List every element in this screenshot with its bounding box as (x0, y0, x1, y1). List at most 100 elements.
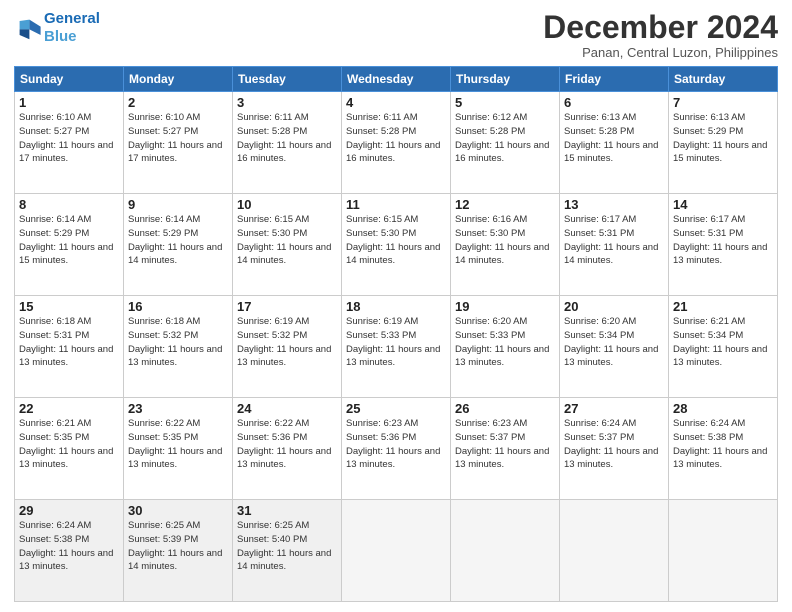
day-number: 30 (128, 503, 228, 518)
day-number: 21 (673, 299, 773, 314)
table-row: 9 Sunrise: 6:14 AM Sunset: 5:29 PM Dayli… (124, 194, 233, 296)
day-info: Sunrise: 6:12 AM Sunset: 5:28 PM Dayligh… (455, 111, 555, 166)
day-number: 26 (455, 401, 555, 416)
day-number: 16 (128, 299, 228, 314)
day-number: 24 (237, 401, 337, 416)
calendar-week-row: 29 Sunrise: 6:24 AM Sunset: 5:38 PM Dayl… (15, 500, 778, 602)
day-info: Sunrise: 6:18 AM Sunset: 5:31 PM Dayligh… (19, 315, 119, 370)
day-info: Sunrise: 6:23 AM Sunset: 5:37 PM Dayligh… (455, 417, 555, 472)
day-info: Sunrise: 6:13 AM Sunset: 5:29 PM Dayligh… (673, 111, 773, 166)
day-info: Sunrise: 6:14 AM Sunset: 5:29 PM Dayligh… (19, 213, 119, 268)
day-number: 4 (346, 95, 446, 110)
day-number: 12 (455, 197, 555, 212)
day-info: Sunrise: 6:17 AM Sunset: 5:31 PM Dayligh… (673, 213, 773, 268)
day-info: Sunrise: 6:23 AM Sunset: 5:36 PM Dayligh… (346, 417, 446, 472)
day-number: 25 (346, 401, 446, 416)
day-number: 18 (346, 299, 446, 314)
day-number: 6 (564, 95, 664, 110)
table-row: 18 Sunrise: 6:19 AM Sunset: 5:33 PM Dayl… (342, 296, 451, 398)
table-row: 6 Sunrise: 6:13 AM Sunset: 5:28 PM Dayli… (560, 92, 669, 194)
day-number: 14 (673, 197, 773, 212)
day-info: Sunrise: 6:13 AM Sunset: 5:28 PM Dayligh… (564, 111, 664, 166)
day-info: Sunrise: 6:24 AM Sunset: 5:38 PM Dayligh… (19, 519, 119, 574)
day-info: Sunrise: 6:24 AM Sunset: 5:37 PM Dayligh… (564, 417, 664, 472)
day-info: Sunrise: 6:14 AM Sunset: 5:29 PM Dayligh… (128, 213, 228, 268)
day-info: Sunrise: 6:18 AM Sunset: 5:32 PM Dayligh… (128, 315, 228, 370)
day-info: Sunrise: 6:22 AM Sunset: 5:35 PM Dayligh… (128, 417, 228, 472)
day-info: Sunrise: 6:19 AM Sunset: 5:33 PM Dayligh… (346, 315, 446, 370)
table-row: 16 Sunrise: 6:18 AM Sunset: 5:32 PM Dayl… (124, 296, 233, 398)
day-number: 19 (455, 299, 555, 314)
col-friday: Friday (560, 67, 669, 92)
table-row (669, 500, 778, 602)
table-row: 20 Sunrise: 6:20 AM Sunset: 5:34 PM Dayl… (560, 296, 669, 398)
day-info: Sunrise: 6:25 AM Sunset: 5:39 PM Dayligh… (128, 519, 228, 574)
table-row: 8 Sunrise: 6:14 AM Sunset: 5:29 PM Dayli… (15, 194, 124, 296)
table-row: 7 Sunrise: 6:13 AM Sunset: 5:29 PM Dayli… (669, 92, 778, 194)
day-info: Sunrise: 6:20 AM Sunset: 5:33 PM Dayligh… (455, 315, 555, 370)
table-row: 4 Sunrise: 6:11 AM Sunset: 5:28 PM Dayli… (342, 92, 451, 194)
col-saturday: Saturday (669, 67, 778, 92)
day-info: Sunrise: 6:24 AM Sunset: 5:38 PM Dayligh… (673, 417, 773, 472)
day-number: 23 (128, 401, 228, 416)
day-info: Sunrise: 6:15 AM Sunset: 5:30 PM Dayligh… (237, 213, 337, 268)
day-number: 8 (19, 197, 119, 212)
table-row: 15 Sunrise: 6:18 AM Sunset: 5:31 PM Dayl… (15, 296, 124, 398)
day-number: 15 (19, 299, 119, 314)
table-row: 31 Sunrise: 6:25 AM Sunset: 5:40 PM Dayl… (233, 500, 342, 602)
day-number: 29 (19, 503, 119, 518)
table-row: 2 Sunrise: 6:10 AM Sunset: 5:27 PM Dayli… (124, 92, 233, 194)
table-row: 17 Sunrise: 6:19 AM Sunset: 5:32 PM Dayl… (233, 296, 342, 398)
day-number: 7 (673, 95, 773, 110)
table-row: 23 Sunrise: 6:22 AM Sunset: 5:35 PM Dayl… (124, 398, 233, 500)
table-row (560, 500, 669, 602)
col-thursday: Thursday (451, 67, 560, 92)
day-info: Sunrise: 6:15 AM Sunset: 5:30 PM Dayligh… (346, 213, 446, 268)
table-row: 27 Sunrise: 6:24 AM Sunset: 5:37 PM Dayl… (560, 398, 669, 500)
table-row: 3 Sunrise: 6:11 AM Sunset: 5:28 PM Dayli… (233, 92, 342, 194)
day-info: Sunrise: 6:11 AM Sunset: 5:28 PM Dayligh… (237, 111, 337, 166)
location: Panan, Central Luzon, Philippines (543, 45, 778, 60)
day-number: 20 (564, 299, 664, 314)
day-info: Sunrise: 6:19 AM Sunset: 5:32 PM Dayligh… (237, 315, 337, 370)
table-row: 1 Sunrise: 6:10 AM Sunset: 5:27 PM Dayli… (15, 92, 124, 194)
logo-icon (14, 14, 42, 42)
table-row (342, 500, 451, 602)
table-row: 10 Sunrise: 6:15 AM Sunset: 5:30 PM Dayl… (233, 194, 342, 296)
day-number: 27 (564, 401, 664, 416)
day-number: 31 (237, 503, 337, 518)
col-wednesday: Wednesday (342, 67, 451, 92)
table-row (451, 500, 560, 602)
page: General Blue December 2024 Panan, Centra… (0, 0, 792, 612)
day-number: 9 (128, 197, 228, 212)
day-info: Sunrise: 6:20 AM Sunset: 5:34 PM Dayligh… (564, 315, 664, 370)
col-tuesday: Tuesday (233, 67, 342, 92)
table-row: 19 Sunrise: 6:20 AM Sunset: 5:33 PM Dayl… (451, 296, 560, 398)
calendar-week-row: 15 Sunrise: 6:18 AM Sunset: 5:31 PM Dayl… (15, 296, 778, 398)
day-info: Sunrise: 6:10 AM Sunset: 5:27 PM Dayligh… (128, 111, 228, 166)
table-row: 22 Sunrise: 6:21 AM Sunset: 5:35 PM Dayl… (15, 398, 124, 500)
col-monday: Monday (124, 67, 233, 92)
logo: General Blue (14, 10, 100, 46)
table-row: 25 Sunrise: 6:23 AM Sunset: 5:36 PM Dayl… (342, 398, 451, 500)
title-block: December 2024 Panan, Central Luzon, Phil… (543, 10, 778, 60)
table-row: 11 Sunrise: 6:15 AM Sunset: 5:30 PM Dayl… (342, 194, 451, 296)
table-row: 12 Sunrise: 6:16 AM Sunset: 5:30 PM Dayl… (451, 194, 560, 296)
col-sunday: Sunday (15, 67, 124, 92)
header: General Blue December 2024 Panan, Centra… (14, 10, 778, 60)
calendar-week-row: 1 Sunrise: 6:10 AM Sunset: 5:27 PM Dayli… (15, 92, 778, 194)
day-number: 10 (237, 197, 337, 212)
table-row: 26 Sunrise: 6:23 AM Sunset: 5:37 PM Dayl… (451, 398, 560, 500)
table-row: 21 Sunrise: 6:21 AM Sunset: 5:34 PM Dayl… (669, 296, 778, 398)
calendar-table: Sunday Monday Tuesday Wednesday Thursday… (14, 66, 778, 602)
day-number: 11 (346, 197, 446, 212)
day-number: 13 (564, 197, 664, 212)
day-info: Sunrise: 6:10 AM Sunset: 5:27 PM Dayligh… (19, 111, 119, 166)
day-number: 17 (237, 299, 337, 314)
table-row: 29 Sunrise: 6:24 AM Sunset: 5:38 PM Dayl… (15, 500, 124, 602)
day-number: 22 (19, 401, 119, 416)
calendar-week-row: 8 Sunrise: 6:14 AM Sunset: 5:29 PM Dayli… (15, 194, 778, 296)
table-row: 14 Sunrise: 6:17 AM Sunset: 5:31 PM Dayl… (669, 194, 778, 296)
day-info: Sunrise: 6:25 AM Sunset: 5:40 PM Dayligh… (237, 519, 337, 574)
table-row: 24 Sunrise: 6:22 AM Sunset: 5:36 PM Dayl… (233, 398, 342, 500)
